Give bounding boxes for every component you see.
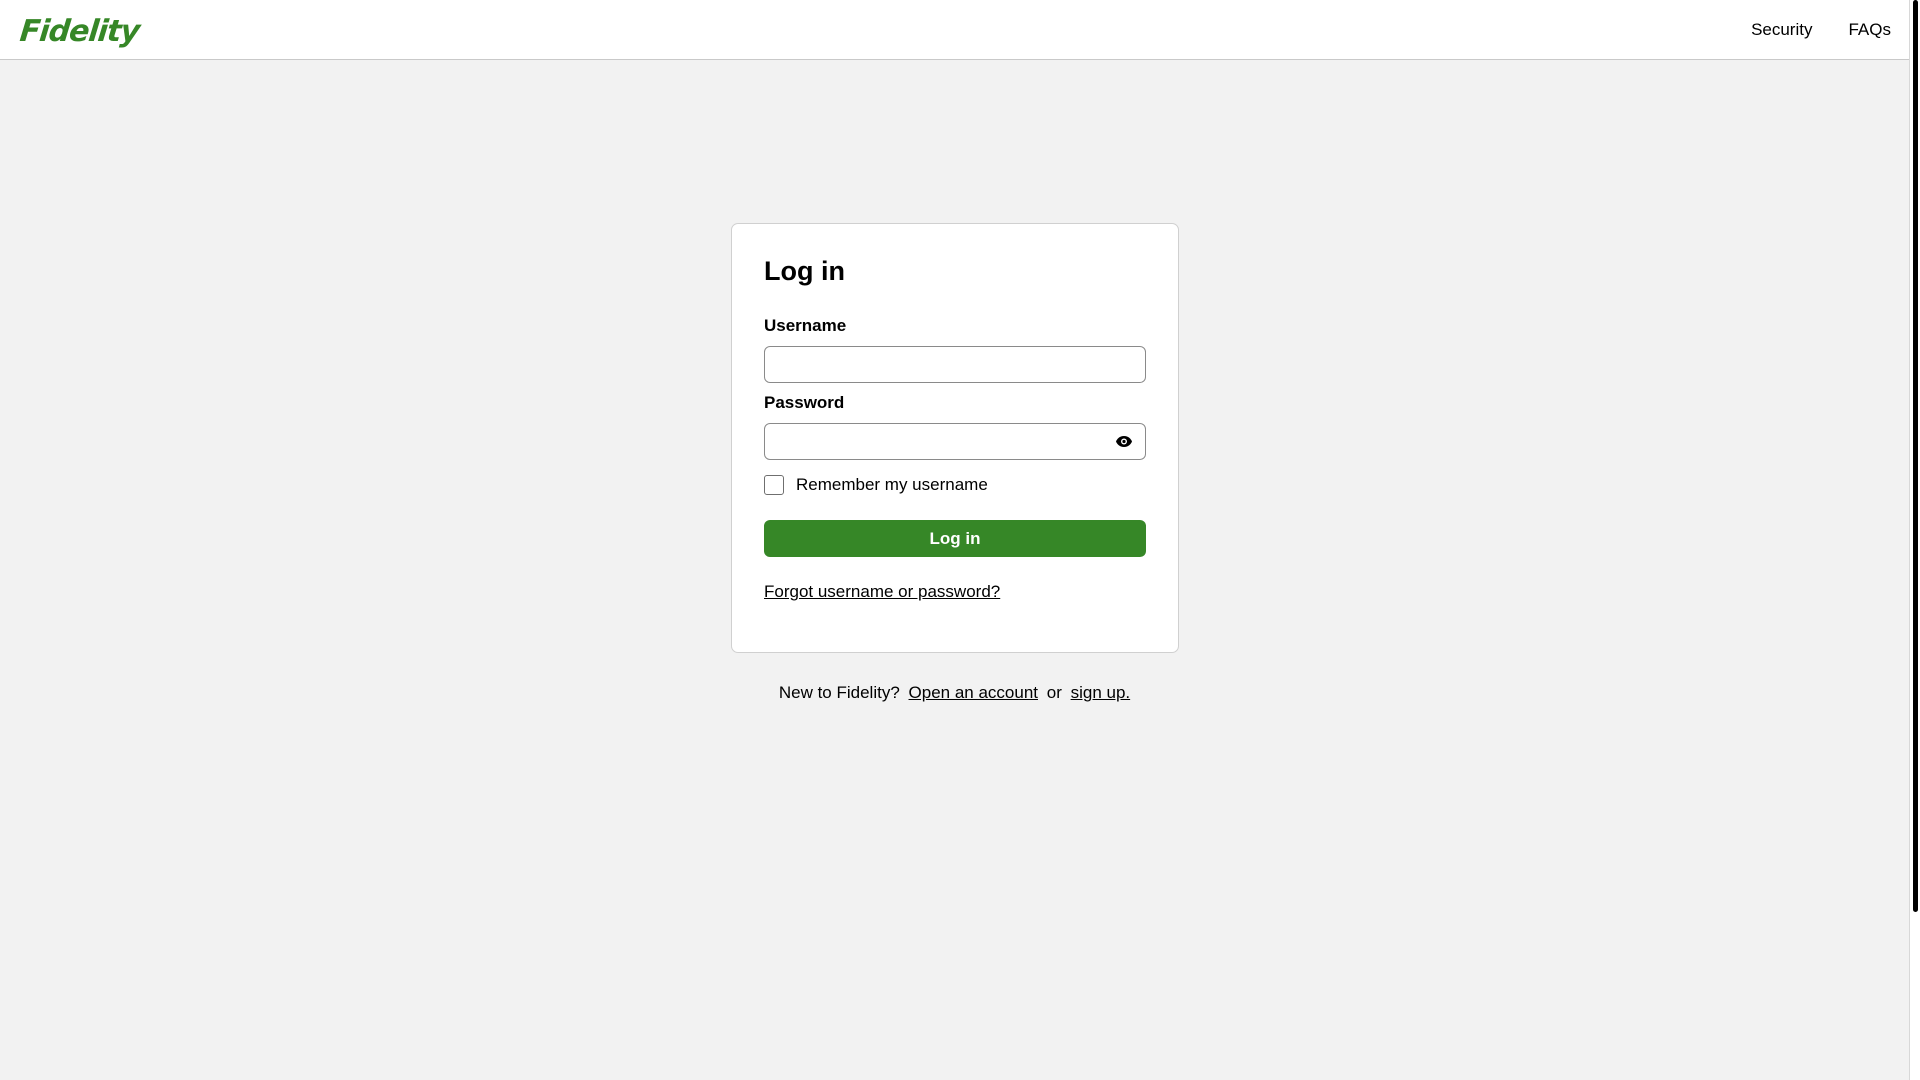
faqs-link[interactable]: FAQs xyxy=(1848,20,1891,40)
username-input[interactable] xyxy=(764,346,1146,383)
page-scrollbar[interactable] xyxy=(1909,0,1920,1080)
open-account-link[interactable]: Open an account xyxy=(909,683,1038,702)
scrollbar-thumb[interactable] xyxy=(1913,0,1918,912)
new-to-fidelity-text: New to Fidelity? xyxy=(778,683,900,702)
top-header: Fidelity Security FAQs xyxy=(0,0,1909,60)
remember-username-label[interactable]: Remember my username xyxy=(796,475,988,495)
header-nav: Security FAQs xyxy=(1751,20,1891,40)
password-label: Password xyxy=(764,393,845,412)
or-text: or xyxy=(1046,683,1062,702)
login-card: Log in Username Password Remember my use… xyxy=(731,223,1179,653)
show-password-button[interactable] xyxy=(1113,432,1135,450)
new-customer-line: New to Fidelity? Open an account or sign… xyxy=(0,683,1909,703)
login-page: Fidelity Security FAQs Log in Username P… xyxy=(0,0,1920,1080)
login-title: Log in xyxy=(764,256,845,286)
username-label: Username xyxy=(764,316,847,335)
remember-username-row: Remember my username xyxy=(764,475,988,495)
login-button[interactable]: Log in xyxy=(764,520,1146,557)
forgot-credentials-link[interactable]: Forgot username or password? xyxy=(764,582,1000,602)
fidelity-logo[interactable]: Fidelity xyxy=(18,14,141,49)
password-input[interactable] xyxy=(764,423,1146,460)
remember-username-checkbox[interactable] xyxy=(764,475,784,495)
security-link[interactable]: Security xyxy=(1751,20,1812,40)
eye-icon xyxy=(1116,435,1132,447)
sign-up-link[interactable]: sign up. xyxy=(1071,683,1131,702)
